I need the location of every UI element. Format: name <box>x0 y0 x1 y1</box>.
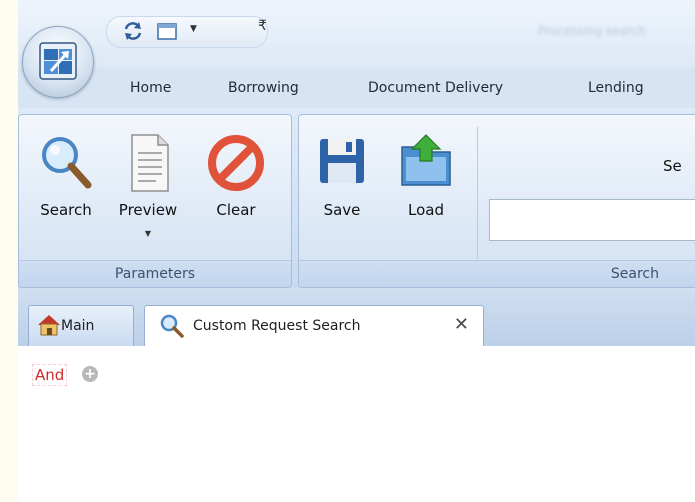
tab-lending[interactable]: Lending <box>588 80 644 96</box>
group-separator <box>477 127 478 259</box>
parameters-group: Search Preview ▼ Clear Parameters <box>18 114 292 288</box>
magnifier-icon <box>42 137 92 189</box>
document-tab-bar: Main Custom Request Search ✕ <box>18 288 695 346</box>
clear-icon <box>208 135 264 191</box>
folder-load-icon <box>401 134 451 186</box>
load-button[interactable]: Load <box>393 133 459 219</box>
save-button-label: Save <box>323 201 361 219</box>
application-button[interactable] <box>22 26 94 98</box>
clear-button[interactable]: Clear <box>203 133 269 219</box>
preview-button[interactable]: Preview ▼ <box>115 133 181 238</box>
preview-button-label: Preview <box>118 201 178 219</box>
parameters-group-label: Parameters <box>19 260 291 287</box>
refresh-icon[interactable] <box>122 20 144 46</box>
window-icon[interactable] <box>156 20 178 46</box>
tab-custom-request-search[interactable]: Custom Request Search ✕ <box>144 305 484 346</box>
search-input[interactable] <box>489 199 695 241</box>
search-button-label: Search <box>40 201 92 219</box>
search-group: Save Load Se Search <box>298 114 695 288</box>
tab-document-delivery[interactable]: Document Delivery <box>368 80 503 96</box>
app-window: ▼ ₹ Processing search Home Borrowing Doc… <box>18 0 695 502</box>
home-icon <box>38 315 60 336</box>
close-tab-icon[interactable]: ✕ <box>454 314 469 335</box>
document-preview-icon <box>131 134 169 192</box>
plus-circle-icon[interactable]: + <box>82 366 98 382</box>
tab-home[interactable]: Home <box>130 80 171 96</box>
tab-main[interactable]: Main <box>28 305 134 346</box>
tab-custom-request-search-label: Custom Request Search <box>193 318 361 334</box>
floppy-disk-icon <box>320 139 364 183</box>
title-bar: ▼ ₹ Processing search <box>18 0 695 68</box>
search-text-label: Se <box>663 157 682 175</box>
search-group-label: Search <box>299 260 695 287</box>
logical-operator[interactable]: And <box>32 364 68 386</box>
customize-toolbar-icon[interactable]: ₹ <box>258 18 267 34</box>
preview-dropdown-arrow-icon[interactable]: ▼ <box>115 229 181 238</box>
load-button-label: Load <box>408 201 444 219</box>
chevron-down-icon[interactable]: ▼ <box>190 24 197 34</box>
save-button[interactable]: Save <box>309 133 375 219</box>
search-button[interactable]: Search <box>33 133 99 219</box>
query-builder-area: And + <box>18 346 695 502</box>
magnifier-icon <box>160 314 184 338</box>
tab-borrowing[interactable]: Borrowing <box>228 80 299 96</box>
ribbon-tab-bar: Home Borrowing Document Delivery Lending <box>18 68 695 109</box>
app-logo-icon <box>39 42 77 80</box>
clear-button-label: Clear <box>216 201 256 219</box>
tab-main-label: Main <box>61 318 95 334</box>
window-title: Processing search <box>538 24 646 38</box>
ribbon: Search Preview ▼ Clear Parameters Save L… <box>18 108 695 288</box>
